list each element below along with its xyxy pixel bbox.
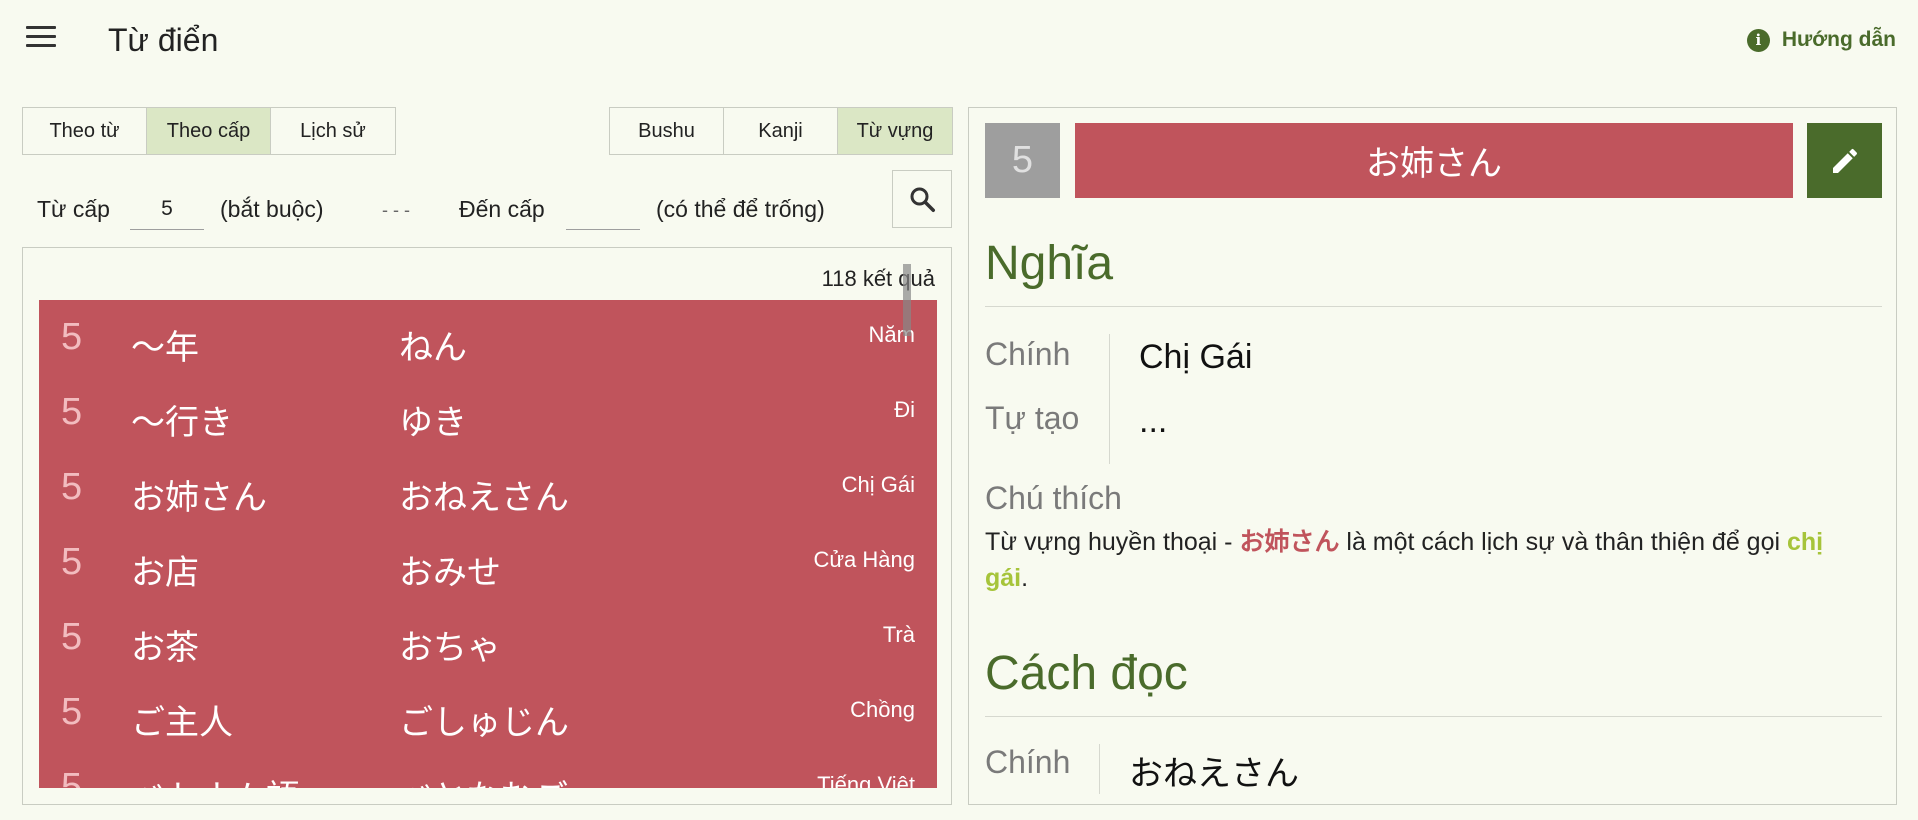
- row-reading: おねえさん: [399, 479, 569, 517]
- detail-panel: 5 お姉さん Nghĩa Chính Chị Gái Tự tạo ... Ch…: [968, 107, 1897, 805]
- results-scrollbar[interactable]: [903, 264, 911, 336]
- row-word: お茶: [131, 629, 199, 667]
- reading-divider: [985, 716, 1882, 717]
- meaning-section-title: Nghĩa: [985, 237, 1114, 290]
- to-level-input[interactable]: [566, 192, 640, 230]
- main-reading-value: おねえさん: [1129, 755, 1299, 793]
- row-reading: べとなむご: [399, 770, 568, 788]
- search-icon: [910, 187, 935, 212]
- level-filter: Từ cấp 5 (bắt buộc) - - - Đến cấp (có th…: [22, 186, 902, 236]
- row-word: ベトナム語: [131, 770, 300, 788]
- note-highlight-word: お姉さん: [1239, 528, 1340, 556]
- info-icon: i: [1746, 28, 1770, 52]
- row-meaning: Cửa Hàng: [813, 547, 915, 572]
- list-item[interactable]: 5 お店 おみせ Cửa Hàng: [39, 525, 937, 600]
- row-meaning: Tiếng Việt: [817, 772, 915, 788]
- list-item[interactable]: 5 ～年 ねん Năm: [39, 300, 937, 375]
- tab-by-level[interactable]: Theo cấp: [147, 108, 271, 154]
- row-reading: ねん: [399, 329, 467, 367]
- tab-bushu[interactable]: Bushu: [610, 108, 724, 154]
- note-text: Từ vựng huyền thoại - お姉さん là một cách l…: [985, 524, 1865, 596]
- search-mode-tabs: Theo từ Theo cấp Lịch sử: [22, 107, 396, 155]
- row-level: 5: [61, 541, 83, 583]
- reading-section-title: Cách đọc: [985, 647, 1188, 700]
- page-title: Từ điển: [108, 22, 219, 58]
- custom-meaning-label: Tự tạo: [985, 400, 1080, 436]
- list-item[interactable]: 5 ベトナム語 べとなむご Tiếng Việt: [39, 750, 937, 788]
- to-level-hint: (có thể để trống): [656, 196, 825, 222]
- note-text-after: .: [1021, 564, 1029, 592]
- row-word: お店: [131, 554, 199, 592]
- row-level: 5: [61, 391, 83, 433]
- search-button[interactable]: [892, 170, 952, 228]
- tab-by-word[interactable]: Theo từ: [23, 108, 147, 154]
- from-level-input[interactable]: 5: [130, 192, 204, 230]
- tab-vocabulary[interactable]: Từ vựng: [838, 108, 952, 154]
- row-level: 5: [61, 766, 83, 788]
- from-level-label: Từ cấp: [37, 196, 110, 222]
- note-label: Chú thích: [985, 480, 1122, 516]
- pencil-icon: [1832, 148, 1857, 173]
- result-count: 118 kết quả: [821, 266, 935, 291]
- to-level-label: Đến cấp: [459, 196, 545, 222]
- row-level: 5: [61, 316, 83, 358]
- detail-level-badge: 5: [985, 123, 1060, 198]
- reading-column-divider: [1099, 744, 1100, 794]
- menu-icon[interactable]: [22, 26, 62, 58]
- filter-separator: - - -: [382, 200, 410, 220]
- detail-word-banner: お姉さん: [1075, 123, 1793, 198]
- list-item[interactable]: 5 ご主人 ごしゅじん Chồng: [39, 675, 937, 750]
- row-reading: おみせ: [399, 554, 501, 592]
- note-text-middle: là một cách lịch sự và thân thiện để gọi: [1339, 528, 1787, 556]
- help-button[interactable]: i Hướng dẫn: [1746, 28, 1896, 52]
- tab-kanji[interactable]: Kanji: [724, 108, 838, 154]
- main-reading-label: Chính: [985, 744, 1071, 780]
- row-reading: ゆき: [399, 404, 467, 442]
- main-meaning-value: Chị Gái: [1139, 338, 1253, 376]
- row-level: 5: [61, 466, 83, 508]
- meaning-divider: [985, 306, 1882, 307]
- list-item[interactable]: 5 お姉さん おねえさん Chị Gái: [39, 450, 937, 525]
- row-level: 5: [61, 691, 83, 733]
- row-level: 5: [61, 616, 83, 658]
- results-list[interactable]: 5 ～年 ねん Năm 5 ～行き ゆき Đi 5 お姉さん おねえさん Chị…: [39, 300, 937, 788]
- category-tabs: Bushu Kanji Từ vựng: [609, 107, 953, 155]
- row-meaning: Đi: [894, 397, 915, 422]
- edit-button[interactable]: [1807, 123, 1882, 198]
- row-meaning: Trà: [882, 622, 915, 647]
- list-item[interactable]: 5 お茶 おちゃ Trà: [39, 600, 937, 675]
- app-header: Từ điển i Hướng dẫn: [0, 0, 1918, 84]
- row-meaning: Chị Gái: [841, 472, 915, 497]
- row-meaning: Chồng: [850, 697, 915, 722]
- meaning-column-divider: [1109, 334, 1110, 464]
- from-level-hint: (bắt buộc): [220, 196, 324, 222]
- tab-history[interactable]: Lịch sử: [271, 108, 395, 154]
- help-label: Hướng dẫn: [1781, 28, 1896, 51]
- row-word: ご主人: [131, 704, 233, 742]
- main-meaning-label: Chính: [985, 336, 1071, 372]
- row-word: お姉さん: [131, 479, 267, 517]
- custom-meaning-value[interactable]: ...: [1139, 402, 1167, 441]
- results-panel: 118 kết quả 5 ～年 ねん Năm 5 ～行き ゆき Đi 5 お姉…: [22, 247, 952, 805]
- row-word: ～年: [131, 329, 199, 367]
- note-text-before: Từ vựng huyền thoại -: [985, 528, 1240, 556]
- row-reading: おちゃ: [399, 629, 501, 667]
- row-reading: ごしゅじん: [399, 704, 569, 742]
- row-word: ～行き: [131, 404, 233, 442]
- list-item[interactable]: 5 ～行き ゆき Đi: [39, 375, 937, 450]
